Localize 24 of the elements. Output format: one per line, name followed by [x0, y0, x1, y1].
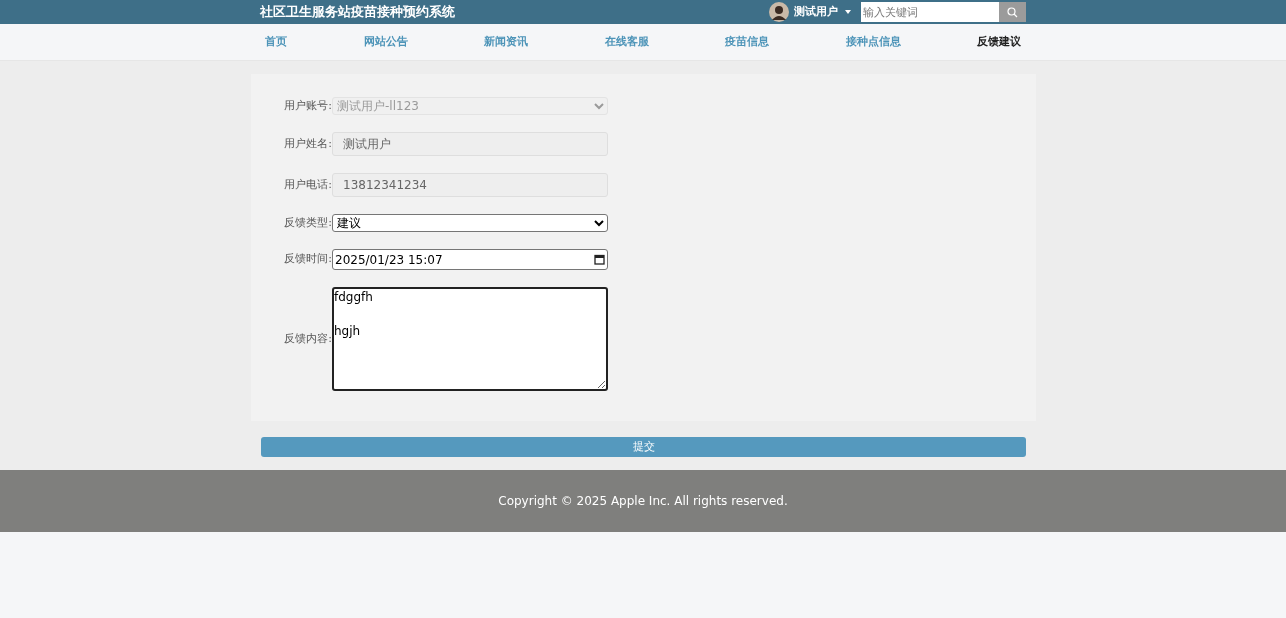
field-label: 反馈类型:	[283, 214, 332, 231]
nav-tab[interactable]: 在线客服	[604, 33, 649, 51]
field-label: 用户姓名:	[283, 135, 332, 152]
text-area[interactable]: fdggfh hgjh	[332, 287, 608, 391]
copyright-text: Copyright © 2025 Apple Inc. All rights reserved.	[498, 493, 788, 510]
calendar-icon[interactable]	[594, 254, 605, 265]
avatar[interactable]	[769, 2, 789, 22]
site-title: 社区卫生服务站疫苗接种预约系统	[260, 3, 455, 22]
field-label: 用户电话:	[283, 176, 332, 193]
nav-tab[interactable]: 疫苗信息	[725, 33, 769, 51]
nav-tab[interactable]: 网站公告	[363, 33, 408, 51]
field-label: 用户账号:	[283, 97, 332, 114]
field-label: 反馈内容:	[283, 330, 332, 347]
nav-tab[interactable]: 反馈建议	[977, 33, 1021, 51]
nav-tab[interactable]: 新闻资讯	[484, 33, 528, 51]
datetime-field[interactable]: 2025/01/23 15:07	[332, 249, 608, 270]
field-label: 反馈时间:	[283, 251, 332, 268]
nav-tab[interactable]: 首页	[265, 33, 287, 51]
caret-icon[interactable]	[845, 10, 851, 14]
dropdown-field[interactable]: 建议	[332, 214, 608, 232]
search-icon[interactable]	[1007, 6, 1018, 18]
submit-button[interactable]: 提交	[261, 437, 1026, 457]
nav-tab[interactable]: 接种点信息	[845, 33, 901, 51]
user-name[interactable]: 测试用户	[794, 3, 838, 21]
